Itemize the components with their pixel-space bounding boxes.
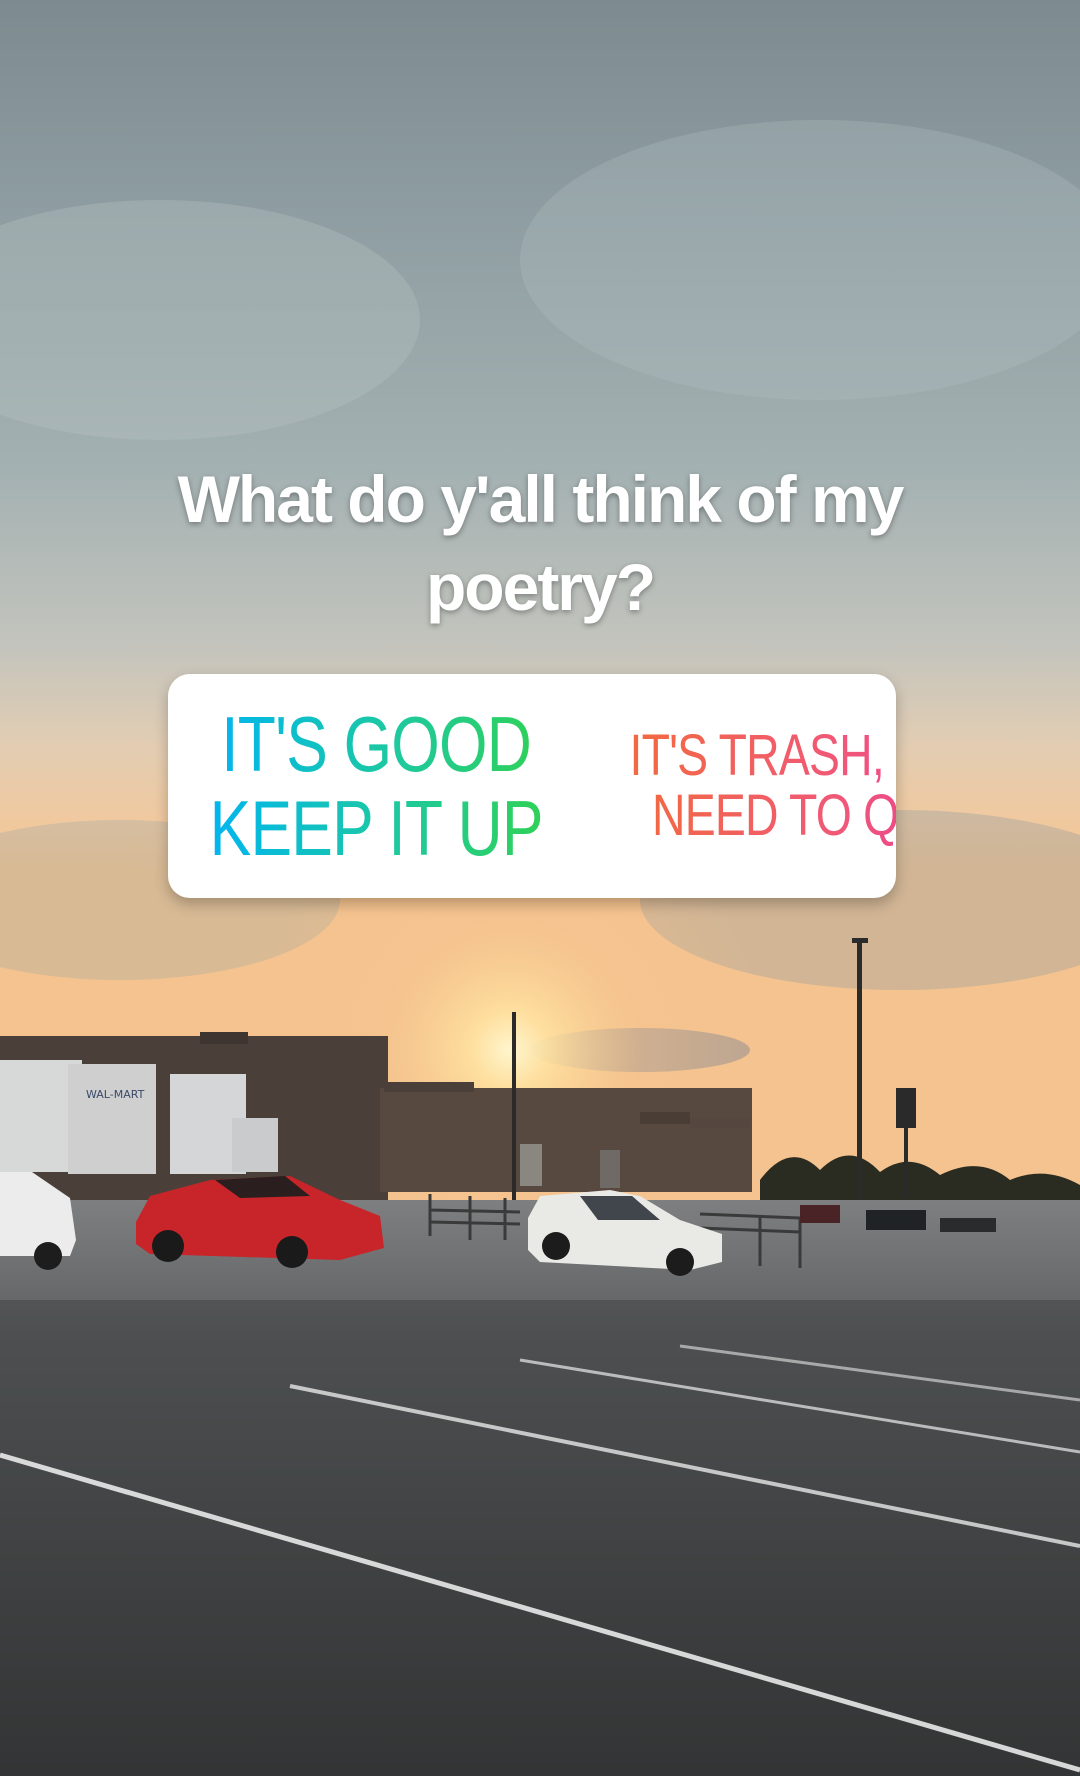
poll-option-good-label: IT'S GOOD KEEP IT UP [210, 702, 543, 870]
story-question-text: What do y'all think of my poetry? [177, 462, 905, 624]
poll-option-trash-label: IT'S TRASH, YOU NEED TO QUIT [630, 726, 896, 846]
poll-option-trash-line1: IT'S TRASH, YOU [629, 723, 885, 788]
trailer-sign-text: WAL-MART [86, 1088, 145, 1101]
poll-sticker: IT'S GOOD KEEP IT UP IT'S TRASH, YOU NEE… [168, 674, 896, 898]
poll-option-trash-line2: NEED TO QUIT [652, 783, 896, 848]
poll-option-good-line2: KEEP IT UP [209, 784, 543, 872]
poll-option-good[interactable]: IT'S GOOD KEEP IT UP [168, 674, 584, 898]
poll-option-trash[interactable]: IT'S TRASH, YOU NEED TO QUIT [584, 674, 896, 898]
poll-option-good-line1: IT'S GOOD [221, 700, 532, 788]
